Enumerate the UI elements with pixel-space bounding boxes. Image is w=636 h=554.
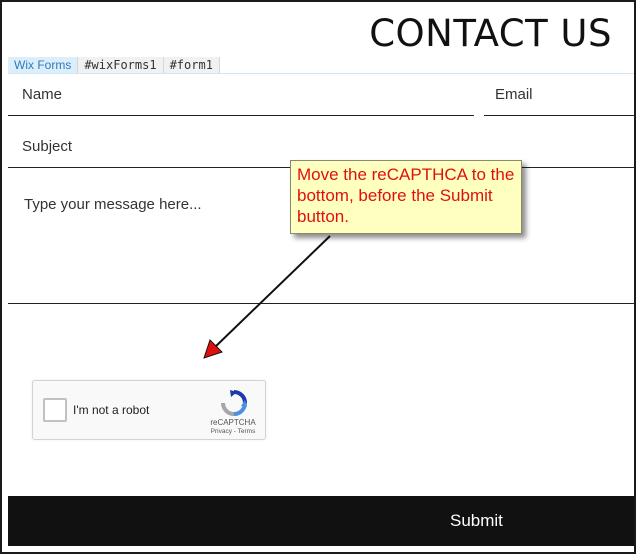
submit-label: Submit [450, 511, 503, 530]
subject-label: Subject [22, 138, 73, 155]
page-title: CONTACT US [369, 12, 612, 55]
email-label: Email [495, 86, 533, 103]
tab-wix-forms[interactable]: Wix Forms [8, 57, 79, 73]
recaptcha-checkbox[interactable] [43, 398, 67, 422]
name-label: Name [22, 86, 63, 103]
email-field[interactable]: Email [484, 74, 634, 116]
recaptcha-brand: reCAPTCHA [210, 418, 256, 427]
element-tabs: Wix Forms #wixForms1 #form1 [8, 57, 220, 73]
message-placeholder: Type your message here... [24, 196, 202, 213]
tab-form1-id[interactable]: #form1 [163, 57, 220, 73]
email-underline [484, 115, 634, 116]
tab-wixforms1-id[interactable]: #wixForms1 [78, 57, 164, 73]
submit-button[interactable]: Submit [8, 496, 634, 546]
recaptcha-logo-icon [221, 390, 247, 416]
name-field[interactable]: Name [8, 74, 474, 116]
name-underline [8, 115, 474, 116]
annotation-callout: Move the reCAPTHCA to the bottom, before… [290, 160, 522, 234]
recaptcha-widget: I'm not a robot reCAPTCHA Privacy - Term… [32, 380, 266, 440]
message-underline [8, 303, 634, 304]
recaptcha-label: I'm not a robot [73, 403, 150, 417]
contact-form-frame: CONTACT US Wix Forms #wixForms1 #form1 N… [0, 0, 636, 554]
recaptcha-privacy-terms-links[interactable]: Privacy - Terms [205, 428, 261, 435]
